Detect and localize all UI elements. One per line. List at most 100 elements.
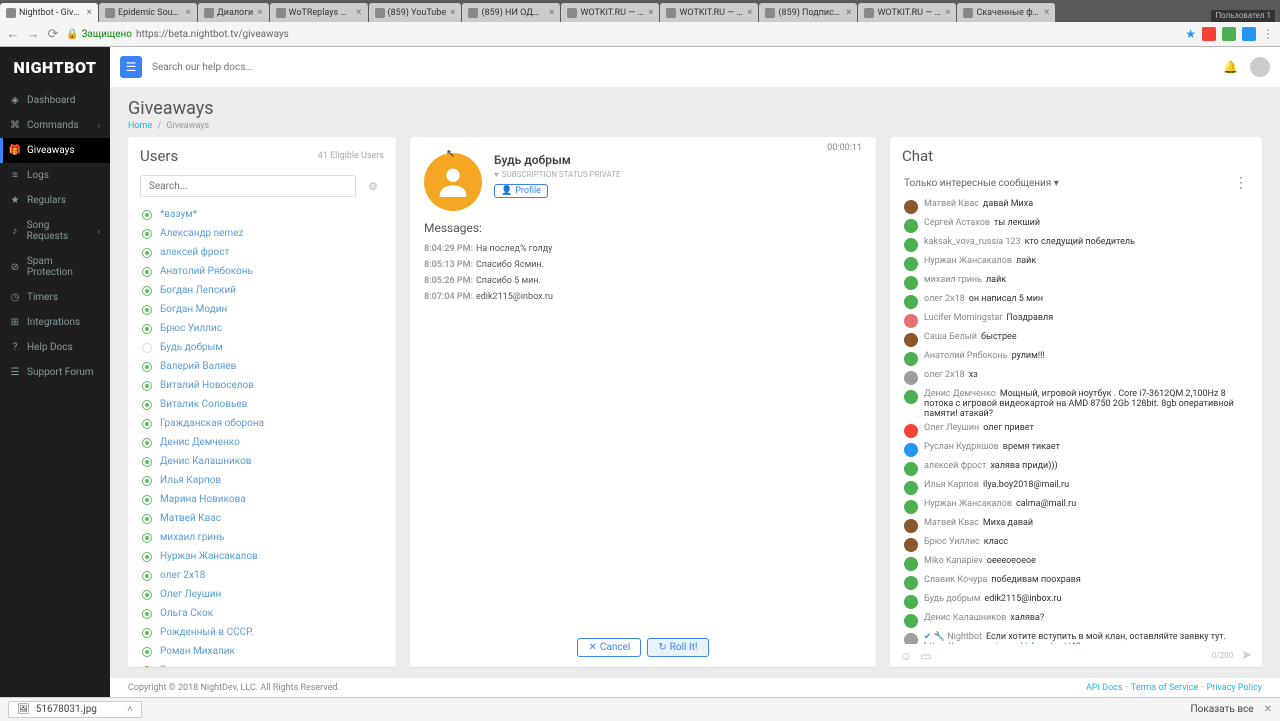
browser-tab[interactable]: Диалоги×: [198, 3, 269, 22]
close-icon[interactable]: ×: [450, 7, 455, 18]
user-row[interactable]: Роспропаганда: [128, 661, 396, 667]
reload-button[interactable]: ⟳: [46, 27, 60, 41]
chat-more-icon[interactable]: ⋮: [1234, 175, 1248, 191]
user-row[interactable]: Александр nemez: [128, 224, 396, 243]
send-icon[interactable]: ➤: [1241, 648, 1252, 663]
ext-icon[interactable]: [1242, 27, 1256, 41]
chat-row: Саша Белыйбыстрее: [900, 330, 1258, 349]
close-icon[interactable]: ×: [87, 7, 92, 18]
sidebar-item-timers[interactable]: ◷Timers: [0, 285, 110, 310]
notifications-icon[interactable]: 🔔: [1223, 60, 1238, 74]
user-list[interactable]: *вазум*Александр nemezалексей фростАнато…: [128, 205, 396, 667]
browser-tab[interactable]: (859) Подписки - YouT×: [759, 3, 857, 22]
chat-link[interactable]: https://ru.wargaming.net/clans/wot/42...: [924, 642, 1088, 644]
user-row[interactable]: Илья Карпов: [128, 471, 396, 490]
close-icon[interactable]: ×: [356, 7, 361, 18]
footer-link[interactable]: Terms of Service: [1131, 683, 1198, 693]
user-row[interactable]: Марина Новикова: [128, 490, 396, 509]
address-bar[interactable]: 🔒Защищено https://beta.nightbot.tv/givea…: [66, 25, 1179, 43]
user-row[interactable]: Богдан Модин: [128, 300, 396, 319]
forward-button[interactable]: →: [26, 27, 40, 41]
chrome-menu-icon[interactable]: ⋮: [1262, 27, 1274, 41]
user-row[interactable]: Брюс Уиллис: [128, 319, 396, 338]
close-icon[interactable]: ×: [186, 7, 191, 18]
star-icon[interactable]: ★: [1185, 27, 1196, 41]
cancel-button[interactable]: ✕Cancel: [577, 638, 641, 657]
user-row[interactable]: Богдан Лепский: [128, 281, 396, 300]
user-row[interactable]: *вазум*: [128, 205, 396, 224]
chrome-user-badge[interactable]: Пользовател 1: [1211, 10, 1275, 22]
menu-toggle-button[interactable]: ☰: [120, 56, 142, 78]
user-row[interactable]: Роман Михалик: [128, 642, 396, 661]
download-item[interactable]: 🖼 51678031.jpg ˄: [8, 701, 142, 718]
sidebar-item-support-forum[interactable]: ☰Support Forum: [0, 360, 110, 385]
chat-filter[interactable]: Только интересные сообщения ▾: [904, 178, 1059, 189]
sidebar-item-logs[interactable]: ≡Logs: [0, 163, 110, 188]
sidebar-item-integrations[interactable]: ⊞Integrations: [0, 310, 110, 335]
eligible-count: 41 Eligible Users: [318, 151, 384, 161]
favicon: [864, 8, 874, 18]
close-icon[interactable]: ×: [549, 7, 554, 18]
browser-tab[interactable]: WOTKIT.RU — новый с×: [858, 3, 956, 22]
ext-icon[interactable]: [1202, 27, 1216, 41]
users-search-input[interactable]: [140, 175, 356, 197]
settings-icon[interactable]: ⚙: [362, 175, 384, 197]
user-row[interactable]: Будь добрым: [128, 338, 396, 357]
user-row[interactable]: Анатолий Рябоконь: [128, 262, 396, 281]
close-icon[interactable]: ✕: [1264, 704, 1272, 715]
subscription-status: ♥SUBSCRIPTION STATUS PRIVATE: [494, 170, 621, 179]
close-icon[interactable]: ×: [648, 7, 653, 18]
user-row[interactable]: Виталий Новоселов: [128, 376, 396, 395]
user-row[interactable]: Гражданская оборона: [128, 414, 396, 433]
close-icon[interactable]: ×: [257, 7, 262, 18]
help-search-input[interactable]: [152, 62, 332, 73]
browser-tab[interactable]: WOTKIT.RU — новый с×: [561, 3, 659, 22]
browser-tab[interactable]: Скаченные файлы×: [957, 3, 1055, 22]
roll-button[interactable]: ↻Roll It!: [647, 638, 708, 657]
user-row[interactable]: Денис Калашников: [128, 452, 396, 471]
user-row[interactable]: Валерий Валяев: [128, 357, 396, 376]
browser-tab[interactable]: WoTReplays ИС-4 Hun×: [270, 3, 368, 22]
sidebar-item-dashboard[interactable]: ◈Dashboard: [0, 88, 110, 113]
footer-link[interactable]: Privacy Policy: [1207, 683, 1262, 693]
user-row[interactable]: Ольга Скок: [128, 604, 396, 623]
chat-list[interactable]: Матвей Квасдавай МихаСергей Астаховты ле…: [890, 197, 1262, 644]
money-icon[interactable]: ▭: [920, 649, 931, 663]
user-row[interactable]: алексей фрост: [128, 243, 396, 262]
sidebar-item-regulars[interactable]: ★Regulars: [0, 188, 110, 213]
browser-tab[interactable]: (859) YouTube×: [369, 3, 462, 22]
sidebar-item-commands[interactable]: ⌘Commands›: [0, 113, 110, 138]
sidebar-item-giveaways[interactable]: 🎁Giveaways: [0, 138, 110, 163]
status-dot: [142, 267, 152, 277]
close-icon[interactable]: ×: [846, 7, 851, 18]
browser-tab[interactable]: (859) НИ ОДНОГО ДН×: [462, 3, 560, 22]
ext-icon[interactable]: [1222, 27, 1236, 41]
sidebar-item-help-docs[interactable]: ?Help Docs: [0, 335, 110, 360]
chat-avatar: [904, 371, 918, 385]
footer-link[interactable]: API Docs: [1086, 683, 1123, 693]
browser-tab[interactable]: Nightbot - Giveaways×: [0, 3, 98, 22]
user-row[interactable]: олег 2x18: [128, 566, 396, 585]
user-row[interactable]: Виталик Соловьев: [128, 395, 396, 414]
close-icon[interactable]: ×: [747, 7, 752, 18]
sidebar-item-spam-protection[interactable]: ⊘Spam Protection: [0, 249, 110, 285]
user-row[interactable]: Рожденный в СССР.: [128, 623, 396, 642]
close-icon[interactable]: ×: [945, 7, 950, 18]
sidebar-item-song-requests[interactable]: ♪Song Requests›: [0, 213, 110, 249]
close-icon[interactable]: ×: [1044, 7, 1049, 18]
user-row[interactable]: Нуржан Жансакалов: [128, 547, 396, 566]
emoji-icon[interactable]: ☺: [900, 649, 912, 663]
user-avatar[interactable]: [1250, 57, 1270, 77]
user-row[interactable]: Матвей Квас: [128, 509, 396, 528]
user-row[interactable]: Олег Леушин: [128, 585, 396, 604]
back-button[interactable]: ←: [6, 27, 20, 41]
status-dot: [142, 343, 152, 353]
user-row[interactable]: Денис Демченко: [128, 433, 396, 452]
profile-button[interactable]: 👤Profile: [494, 184, 548, 198]
user-row[interactable]: михаил гринь: [128, 528, 396, 547]
crumb-home[interactable]: Home: [128, 121, 152, 131]
show-all-downloads[interactable]: Показать все: [1191, 704, 1254, 715]
chat-avatar: [904, 576, 918, 590]
browser-tab[interactable]: Epidemic Sound | Lar×: [99, 3, 197, 22]
browser-tab[interactable]: WOTKIT.RU — новый с×: [660, 3, 758, 22]
